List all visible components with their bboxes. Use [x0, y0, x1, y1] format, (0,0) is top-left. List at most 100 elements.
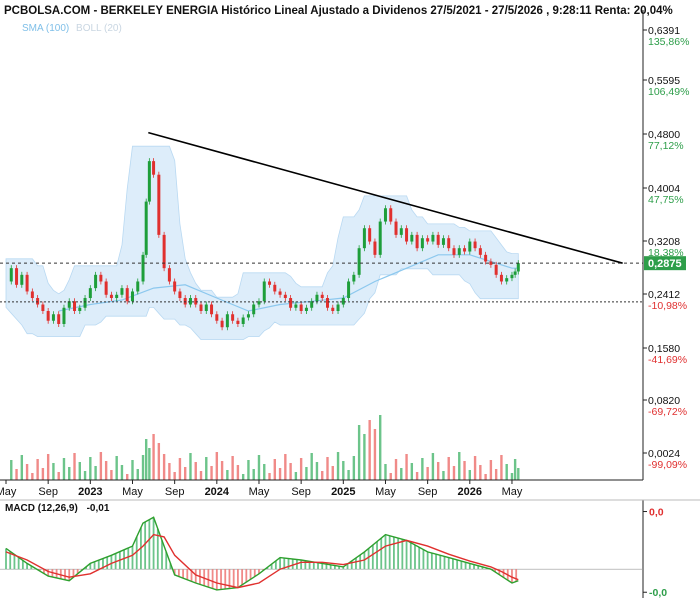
price-bar	[383, 208, 387, 222]
volume-bar	[78, 462, 81, 480]
volume-bar	[168, 463, 171, 480]
price-bar	[447, 238, 451, 249]
volume-bar	[473, 456, 477, 480]
price-bar	[88, 288, 92, 299]
price-bar	[362, 228, 366, 249]
price-bar	[489, 261, 493, 265]
macd-histogram-bar	[430, 553, 433, 570]
volume-bar	[215, 452, 219, 480]
macd-histogram-bar	[426, 551, 429, 570]
macd-histogram-bar	[384, 534, 387, 570]
price-bar	[299, 304, 303, 312]
volume-bar	[115, 456, 118, 480]
price-bar	[236, 320, 240, 324]
volume-bar	[352, 456, 356, 480]
macd-histogram-bar	[439, 555, 442, 570]
price-bar	[199, 304, 203, 312]
price-bar	[252, 304, 256, 315]
price-bar	[273, 284, 277, 292]
volume-bar	[268, 473, 271, 480]
price-bar	[147, 161, 151, 202]
percent-tick-label: 106,49%	[648, 86, 689, 98]
price-bar	[41, 304, 45, 312]
price-bar	[420, 238, 424, 249]
macd-histogram-bar	[456, 559, 459, 570]
price-bar	[225, 314, 229, 328]
macd-histogram-bar	[317, 562, 319, 570]
volume-bar	[126, 474, 129, 480]
percent-tick-label: -69,72%	[648, 406, 687, 418]
price-bar	[152, 161, 156, 175]
price-bar	[499, 274, 503, 282]
percent-tick-label: 135,86%	[648, 36, 689, 48]
macd-histogram-bar	[409, 542, 412, 570]
volume-bar	[284, 454, 287, 480]
price-bar	[210, 304, 214, 315]
volume-bar	[310, 453, 313, 480]
price-bar	[315, 294, 319, 302]
volume-bar	[20, 455, 24, 480]
price-bar	[347, 281, 351, 299]
volume-bar	[373, 429, 377, 480]
macd-histogram-bar	[300, 559, 303, 570]
price-bar	[304, 307, 308, 312]
volume-bar	[500, 455, 503, 480]
price-bar	[73, 301, 77, 312]
price-bar	[178, 291, 182, 299]
price-bar	[51, 314, 55, 321]
price-bar	[157, 174, 161, 235]
volume-bar	[517, 468, 520, 480]
price-bar	[336, 304, 340, 312]
price-bar	[120, 288, 124, 295]
volume-bar	[15, 469, 18, 480]
price-bar	[516, 263, 520, 272]
percent-tick-label: -10,98%	[648, 300, 687, 312]
macd-histogram-bar	[393, 536, 395, 570]
price-bar	[99, 274, 103, 282]
volume-bar	[236, 465, 240, 480]
price-bar	[94, 274, 98, 289]
volume-bar	[278, 468, 282, 480]
time-tick-label: Sep	[165, 486, 185, 498]
macd-histogram-bar	[245, 569, 248, 583]
price-bar	[410, 234, 414, 242]
macd-signal-line	[5, 533, 519, 589]
current-price-label: 0,2875	[648, 258, 682, 270]
volume-bar	[379, 415, 382, 480]
price-bar	[357, 248, 361, 275]
volume-bar	[489, 460, 493, 480]
price-bar	[57, 314, 61, 324]
macd-histogram-bar	[97, 560, 100, 570]
macd-histogram-bar	[21, 560, 24, 570]
price-bar	[136, 281, 140, 292]
price-bar	[78, 307, 82, 312]
volume-bar	[436, 462, 440, 480]
macd-histogram-bar	[405, 540, 408, 570]
volume-bar	[57, 472, 60, 480]
macd-histogram-bar	[359, 554, 362, 570]
percent-tick-label: -99,09%	[648, 459, 687, 471]
volume-bar	[405, 454, 408, 480]
price-bar	[167, 268, 171, 282]
price-bar	[125, 288, 129, 302]
time-tick-label: 2026	[458, 486, 482, 498]
price-bar	[294, 304, 298, 308]
macd-histogram-bar	[144, 521, 147, 570]
macd-histogram-bar	[93, 561, 96, 570]
macd-histogram-bar	[380, 538, 383, 570]
volume-bar	[426, 467, 429, 480]
volume-bar	[194, 462, 197, 480]
price-bar	[510, 274, 514, 279]
price-bar	[83, 298, 87, 308]
macd-histogram-bar	[367, 548, 370, 570]
price-bar	[320, 294, 324, 299]
volume-bar	[452, 466, 456, 480]
price-bar	[278, 291, 282, 295]
price-bar	[331, 307, 335, 312]
macd-histogram-bar	[447, 557, 450, 570]
macd-histogram-bar	[321, 563, 324, 570]
macd-histogram-bar	[161, 540, 163, 570]
volume-bar	[136, 469, 139, 480]
price-bar	[130, 291, 134, 302]
macd-histogram-bar	[220, 569, 222, 590]
